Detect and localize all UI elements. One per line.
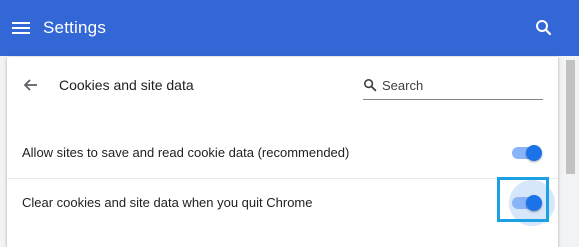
highlight-box [497,177,549,222]
scrollbar-thumb[interactable] [566,60,575,174]
setting-label-clear-on-quit: Clear cookies and site data when you qui… [22,195,313,210]
arrow-back-icon[interactable] [22,76,40,94]
allow-cookies-toggle[interactable] [512,145,542,161]
search-input[interactable] [382,76,537,94]
page-title: Cookies and site data [59,77,194,93]
setting-row-clear-on-quit[interactable]: Clear cookies and site data when you qui… [7,178,558,227]
setting-row-allow-cookies[interactable]: Allow sites to save and read cookie data… [7,129,558,177]
settings-app-bar: Settings [0,0,579,56]
app-title: Settings [43,18,107,37]
toggle-knob [526,145,542,161]
hamburger-menu-icon[interactable] [12,20,30,36]
setting-label-allow-cookies: Allow sites to save and read cookie data… [22,145,350,160]
search-icon [363,78,377,92]
search-field[interactable] [363,75,543,100]
cookies-settings-card: Cookies and site data Allow sites to sav… [7,57,558,247]
search-icon[interactable] [534,18,554,38]
